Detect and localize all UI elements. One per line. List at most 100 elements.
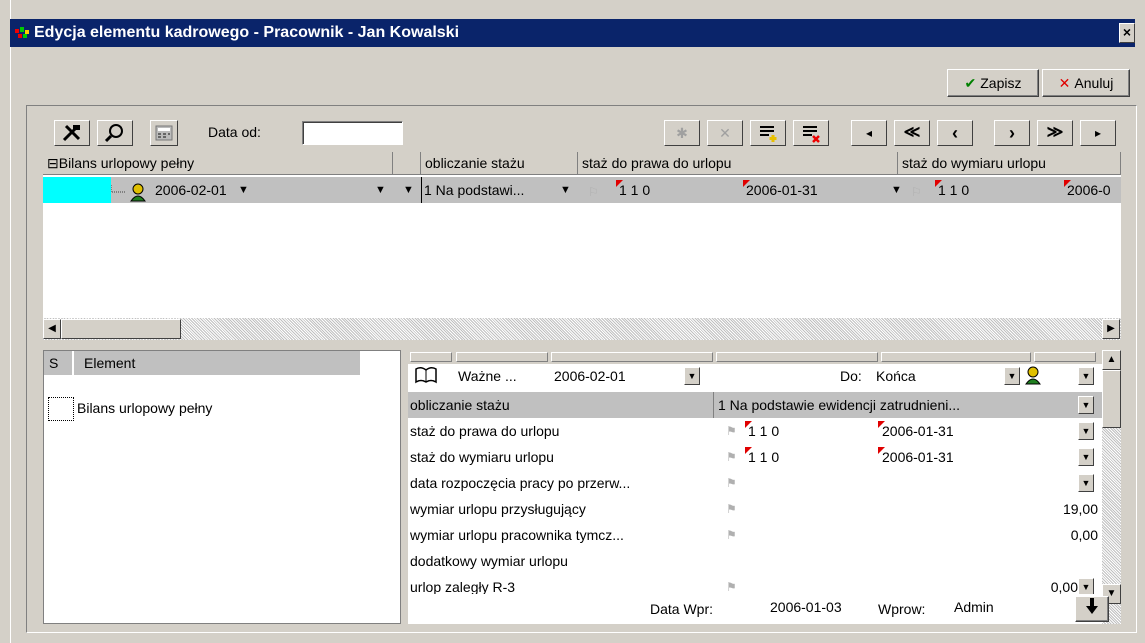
search-button[interactable] [97, 120, 133, 146]
scroll-up-icon[interactable]: ▲ [1102, 350, 1121, 370]
list-item[interactable]: Bilans urlopowy pełny [77, 397, 212, 419]
header-tab[interactable] [1034, 352, 1096, 362]
property-ylm[interactable]: 1 1 0 [748, 418, 779, 444]
valid-label: Ważne ... [458, 368, 517, 384]
chevron-right-icon: › [1009, 123, 1015, 143]
column-header-element[interactable]: Element [74, 351, 360, 375]
row-dropdown-2-icon[interactable]: ▼ [403, 177, 414, 203]
tree-header: ⊟Bilans urlopowy pełny [43, 152, 393, 175]
row-staz-wymiaru-date[interactable]: 2006-0 [1067, 177, 1111, 203]
row-dropdown-icon[interactable]: ▼ [1078, 448, 1094, 466]
delete-icon: ✕ [719, 125, 731, 141]
focus-box [48, 397, 74, 421]
tools-button[interactable] [54, 120, 90, 146]
header-tab[interactable] [410, 352, 452, 362]
chevron-left-icon: ‹ [952, 123, 958, 143]
top-grid: ⊟Bilans urlopowy pełny obliczanie stażu … [43, 152, 1121, 318]
cancel-label: Anuluj [1074, 75, 1114, 91]
staz-dropdown-icon[interactable]: ▼ [891, 177, 902, 203]
header-tab[interactable] [551, 352, 713, 362]
header-tab[interactable] [456, 352, 548, 362]
nav-prev-button[interactable]: ‹ [937, 120, 973, 146]
footer-bar [408, 594, 1102, 624]
new-icon: ✱ [676, 125, 688, 141]
row-dropdown-icon[interactable]: ▼ [1078, 422, 1094, 440]
element-list: S Element Bilans urlopowy pełny [43, 350, 401, 624]
property-name: wymiar urlopu przysługujący [410, 501, 586, 517]
property-date[interactable]: 2006-01-31 [882, 444, 954, 470]
flag-icon: ⚐ [911, 185, 922, 199]
column-header-calc[interactable]: obliczanie stażu [421, 152, 578, 175]
header-tab[interactable] [716, 352, 878, 362]
save-label: Zapisz [980, 75, 1022, 91]
row-staz-wymiaru-ylm[interactable]: 1 1 0 [938, 177, 969, 203]
properties-panel: Ważne ... 2006-02-01 ▼ Do: Końca ▼ ▼ obl… [408, 350, 1102, 624]
vscroll-thumb[interactable] [1102, 370, 1121, 428]
collapse-icon[interactable]: ⊟ [47, 155, 59, 171]
cancel-button[interactable]: ✕ Anuluj [1042, 69, 1130, 97]
valid-date-dropdown-icon[interactable]: ▼ [684, 367, 700, 385]
close-button[interactable]: × [1119, 23, 1135, 43]
book-icon [415, 366, 437, 384]
flag-icon: ⚐ [588, 185, 599, 199]
calc-dropdown-icon[interactable]: ▼ [560, 177, 571, 203]
flag-icon: ⚑ [726, 580, 737, 594]
scroll-right-icon[interactable]: ▶ [1102, 319, 1120, 339]
date-from-label: Data od: [208, 124, 261, 140]
app-icon [15, 27, 29, 38]
nav-first-button[interactable]: ◂ [851, 120, 887, 146]
move-down-button[interactable] [1075, 596, 1109, 622]
employee-dropdown-icon[interactable]: ▼ [1078, 367, 1094, 385]
to-dropdown-icon[interactable]: ▼ [1004, 367, 1020, 385]
property-name: staż do prawa do urlopu [410, 423, 560, 439]
row-date[interactable]: 2006-02-01 [155, 177, 227, 203]
column-header-s[interactable]: S [44, 351, 72, 375]
date-from-input[interactable] [302, 121, 403, 145]
nav-last-button[interactable]: ▸ [1080, 120, 1116, 146]
flag-icon: ⚑ [726, 424, 737, 438]
calculator-button[interactable] [150, 120, 178, 146]
scroll-left-icon[interactable]: ◀ [43, 319, 61, 339]
property-number[interactable]: 0,00 [1008, 522, 1098, 548]
employee-icon [111, 183, 146, 202]
property-value[interactable]: 1 Na podstawie ewidencji zatrudnieni... [718, 392, 960, 418]
nav-next-page-button[interactable]: ≫ [1037, 120, 1073, 146]
calc-dropdown-icon[interactable]: ▼ [1078, 396, 1094, 414]
column-header-staz-wymiaru[interactable]: staż do wymiaru urlopu [898, 152, 1121, 175]
add-row-button[interactable] [750, 120, 786, 146]
selected-cell [43, 177, 111, 203]
property-name: wymiar urlopu pracownika tymcz... [410, 527, 624, 543]
cancel-icon: ✕ [1058, 75, 1071, 91]
header-spacer [393, 152, 421, 175]
row-dropdown-icon[interactable]: ▼ [1078, 474, 1094, 492]
add-rows-icon [760, 126, 777, 142]
remove-row-button[interactable] [793, 120, 829, 146]
vertical-scrollbar[interactable]: ▲ ▼ [1102, 350, 1121, 624]
column-header-staz-prawa[interactable]: staż do prawa do urlopu [578, 152, 898, 175]
header-tab[interactable] [881, 352, 1031, 362]
row-dropdown-icon[interactable]: ▼ [375, 177, 386, 203]
row-staz-prawa-ylm[interactable]: 1 1 0 [619, 177, 650, 203]
flag-icon: ⚑ [726, 450, 737, 464]
data-wpr-value: 2006-01-03 [770, 599, 842, 615]
property-ylm[interactable]: 1 1 0 [748, 444, 779, 470]
save-button[interactable]: ✔ Zapisz [947, 69, 1039, 97]
close-icon: × [1122, 24, 1132, 40]
nav-prev-page-button[interactable]: ≪ [894, 120, 930, 146]
delete-record-button[interactable]: ✕ [707, 120, 743, 146]
scroll-thumb[interactable] [61, 319, 181, 339]
employee-icon [1025, 366, 1041, 385]
to-value[interactable]: Końca [876, 363, 916, 389]
row-calc[interactable]: 1 Na podstawi... [424, 177, 524, 203]
property-number[interactable]: 19,00 [1008, 496, 1098, 522]
to-label: Do: [840, 368, 862, 384]
row-staz-prawa-date[interactable]: 2006-01-31 [746, 177, 818, 203]
wprow-label: Wprow: [878, 601, 926, 617]
nav-next-button[interactable]: › [994, 120, 1030, 146]
property-date[interactable]: 2006-01-31 [882, 418, 954, 444]
new-record-button[interactable]: ✱ [664, 120, 700, 146]
property-name: staż do wymiaru urlopu [410, 449, 554, 465]
horizontal-scrollbar[interactable]: ◀ ▶ [43, 318, 1121, 340]
valid-date[interactable]: 2006-02-01 [554, 363, 626, 389]
date-dropdown-icon[interactable]: ▼ [238, 177, 249, 203]
